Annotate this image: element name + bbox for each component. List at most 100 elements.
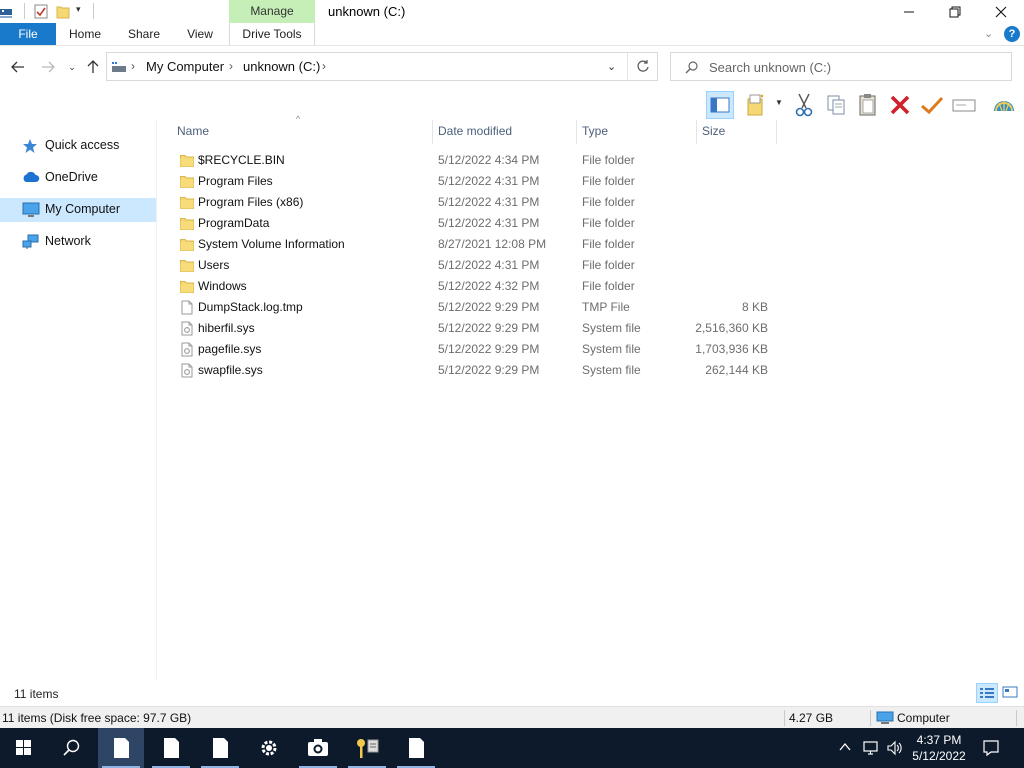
paste-icon	[859, 94, 876, 116]
taskbar-app-explorer[interactable]	[98, 728, 144, 768]
nav-item-onedrive[interactable]: OneDrive	[0, 166, 156, 190]
explorer-app-icon[interactable]	[0, 4, 14, 19]
folder-icon	[180, 279, 194, 294]
restore-icon	[949, 6, 961, 18]
address-bar[interactable]: › My Computer › unknown (C:) › ⌄	[106, 52, 658, 81]
file-icon	[180, 300, 194, 315]
column-header-date-modified[interactable]: Date modified	[438, 124, 512, 144]
computer-icon	[876, 711, 894, 728]
file-date-modified: 5/12/2022 9:29 PM	[438, 363, 540, 377]
file-date-modified: 5/12/2022 4:34 PM	[438, 153, 540, 167]
document-icon	[164, 738, 179, 758]
navigation-pane: Quick access OneDrive My Computer Networ…	[0, 120, 157, 680]
breadcrumb-separator-icon[interactable]: ›	[229, 59, 233, 73]
minimize-button[interactable]	[886, 0, 932, 24]
cut-button[interactable]	[790, 91, 818, 119]
checkmark-icon	[921, 96, 944, 115]
delete-button[interactable]	[886, 91, 914, 119]
tab-home[interactable]: Home	[62, 23, 108, 45]
file-row[interactable]: Windows 5/12/2022 4:32 PM File folder	[176, 276, 776, 297]
recent-locations-chevron-icon[interactable]: ⌄	[62, 56, 82, 78]
preview-pane-button[interactable]	[706, 91, 734, 119]
file-date-modified: 5/12/2022 4:31 PM	[438, 195, 540, 209]
breadcrumb-drive[interactable]: unknown (C:)	[243, 59, 320, 74]
column-header-name[interactable]: Name	[177, 124, 209, 144]
paste-button[interactable]	[854, 91, 882, 119]
tab-view[interactable]: View	[180, 23, 220, 45]
nav-item-my-computer[interactable]: My Computer	[0, 198, 156, 222]
shell-button[interactable]	[990, 91, 1018, 119]
copy-button[interactable]	[822, 91, 850, 119]
clock[interactable]: 4:37 PM 5/12/2022	[906, 732, 972, 764]
column-divider[interactable]	[432, 120, 433, 144]
rename-button[interactable]	[950, 91, 978, 119]
file-row[interactable]: DumpStack.log.tmp 5/12/2022 9:29 PM TMP Fi…	[176, 297, 776, 318]
taskbar-app-settings[interactable]	[246, 728, 292, 768]
network-tray-icon[interactable]	[862, 740, 880, 759]
search-input[interactable]	[709, 58, 999, 76]
search-box[interactable]	[670, 52, 1012, 81]
manage-contextual-tab[interactable]: Manage	[229, 0, 315, 23]
properties-icon[interactable]	[34, 4, 48, 19]
tab-file[interactable]: File	[0, 23, 56, 45]
forward-button[interactable]	[38, 56, 58, 78]
file-name: pagefile.sys	[198, 342, 262, 356]
address-divider	[627, 53, 628, 80]
start-button[interactable]	[0, 728, 46, 768]
file-name: Windows	[198, 279, 247, 293]
file-row[interactable]: Program Files 5/12/2022 4:31 PM File folde…	[176, 171, 776, 192]
new-item-dropdown-icon[interactable]: ▼	[775, 98, 783, 107]
tab-share[interactable]: Share	[122, 23, 166, 45]
taskbar-app-keys[interactable]	[344, 728, 390, 768]
column-divider[interactable]	[776, 120, 777, 144]
file-row[interactable]: hiberfil.sys 5/12/2022 9:29 PM System file…	[176, 318, 776, 339]
nav-item-network[interactable]: Network	[0, 230, 156, 254]
file-row[interactable]: System Volume Information 8/27/2021 12:08…	[176, 234, 776, 255]
customize-qa-chevron-icon[interactable]: ▾	[76, 4, 81, 15]
file-row[interactable]: pagefile.sys 5/12/2022 9:29 PM System file…	[176, 339, 776, 360]
details-view-button[interactable]	[976, 683, 998, 703]
close-button[interactable]	[978, 0, 1024, 24]
taskbar-app-document[interactable]	[197, 728, 243, 768]
new-folder-icon[interactable]	[56, 4, 70, 19]
expand-ribbon-chevron-icon[interactable]: ⌄	[984, 27, 993, 40]
nav-item-label: My Computer	[45, 202, 121, 216]
help-icon[interactable]: ?	[1004, 26, 1020, 42]
rename-icon	[952, 99, 976, 112]
show-hidden-icons-chevron-icon[interactable]	[838, 740, 852, 757]
breadcrumb-separator-icon[interactable]: ›	[131, 59, 135, 73]
file-row[interactable]: swapfile.sys 5/12/2022 9:29 PM System file…	[176, 360, 776, 381]
search-taskbar-button[interactable]	[48, 728, 94, 768]
file-row[interactable]: $RECYCLE.BIN 5/12/2022 4:34 PM File folder	[176, 150, 776, 171]
column-divider[interactable]	[696, 120, 697, 144]
restore-button[interactable]	[932, 0, 978, 24]
breadcrumb-my-computer[interactable]: My Computer	[146, 59, 224, 74]
file-name: DumpStack.log.tmp	[198, 300, 303, 314]
file-row[interactable]: Users 5/12/2022 4:31 PM File folder	[176, 255, 776, 276]
up-button[interactable]	[83, 56, 103, 78]
status-divider	[870, 710, 871, 726]
check-button[interactable]	[918, 91, 946, 119]
file-name: swapfile.sys	[198, 363, 263, 377]
address-dropdown-chevron-icon[interactable]: ⌄	[607, 60, 616, 73]
column-divider[interactable]	[576, 120, 577, 144]
breadcrumb-separator-icon[interactable]: ›	[322, 59, 326, 73]
back-button[interactable]	[8, 56, 28, 78]
file-name: Program Files	[198, 174, 273, 188]
nav-item-quick-access[interactable]: Quick access	[0, 134, 156, 158]
volume-icon[interactable]	[886, 740, 904, 759]
file-row[interactable]: ProgramData 5/12/2022 4:31 PM File folder	[176, 213, 776, 234]
qa-divider	[24, 3, 25, 19]
taskbar-app-document[interactable]	[393, 728, 439, 768]
column-header-type[interactable]: Type	[582, 124, 608, 144]
file-row[interactable]: Program Files (x86) 5/12/2022 4:31 PM File…	[176, 192, 776, 213]
taskbar-app-document[interactable]	[148, 728, 194, 768]
large-icons-view-button[interactable]	[1000, 683, 1022, 703]
column-header-size[interactable]: Size	[702, 124, 725, 144]
key-icon	[357, 739, 379, 758]
taskbar-app-camera[interactable]	[295, 728, 341, 768]
new-item-button[interactable]	[742, 91, 770, 119]
notifications-icon[interactable]	[982, 739, 1000, 760]
tab-drive-tools[interactable]: Drive Tools	[229, 23, 315, 45]
refresh-icon[interactable]	[636, 59, 650, 76]
